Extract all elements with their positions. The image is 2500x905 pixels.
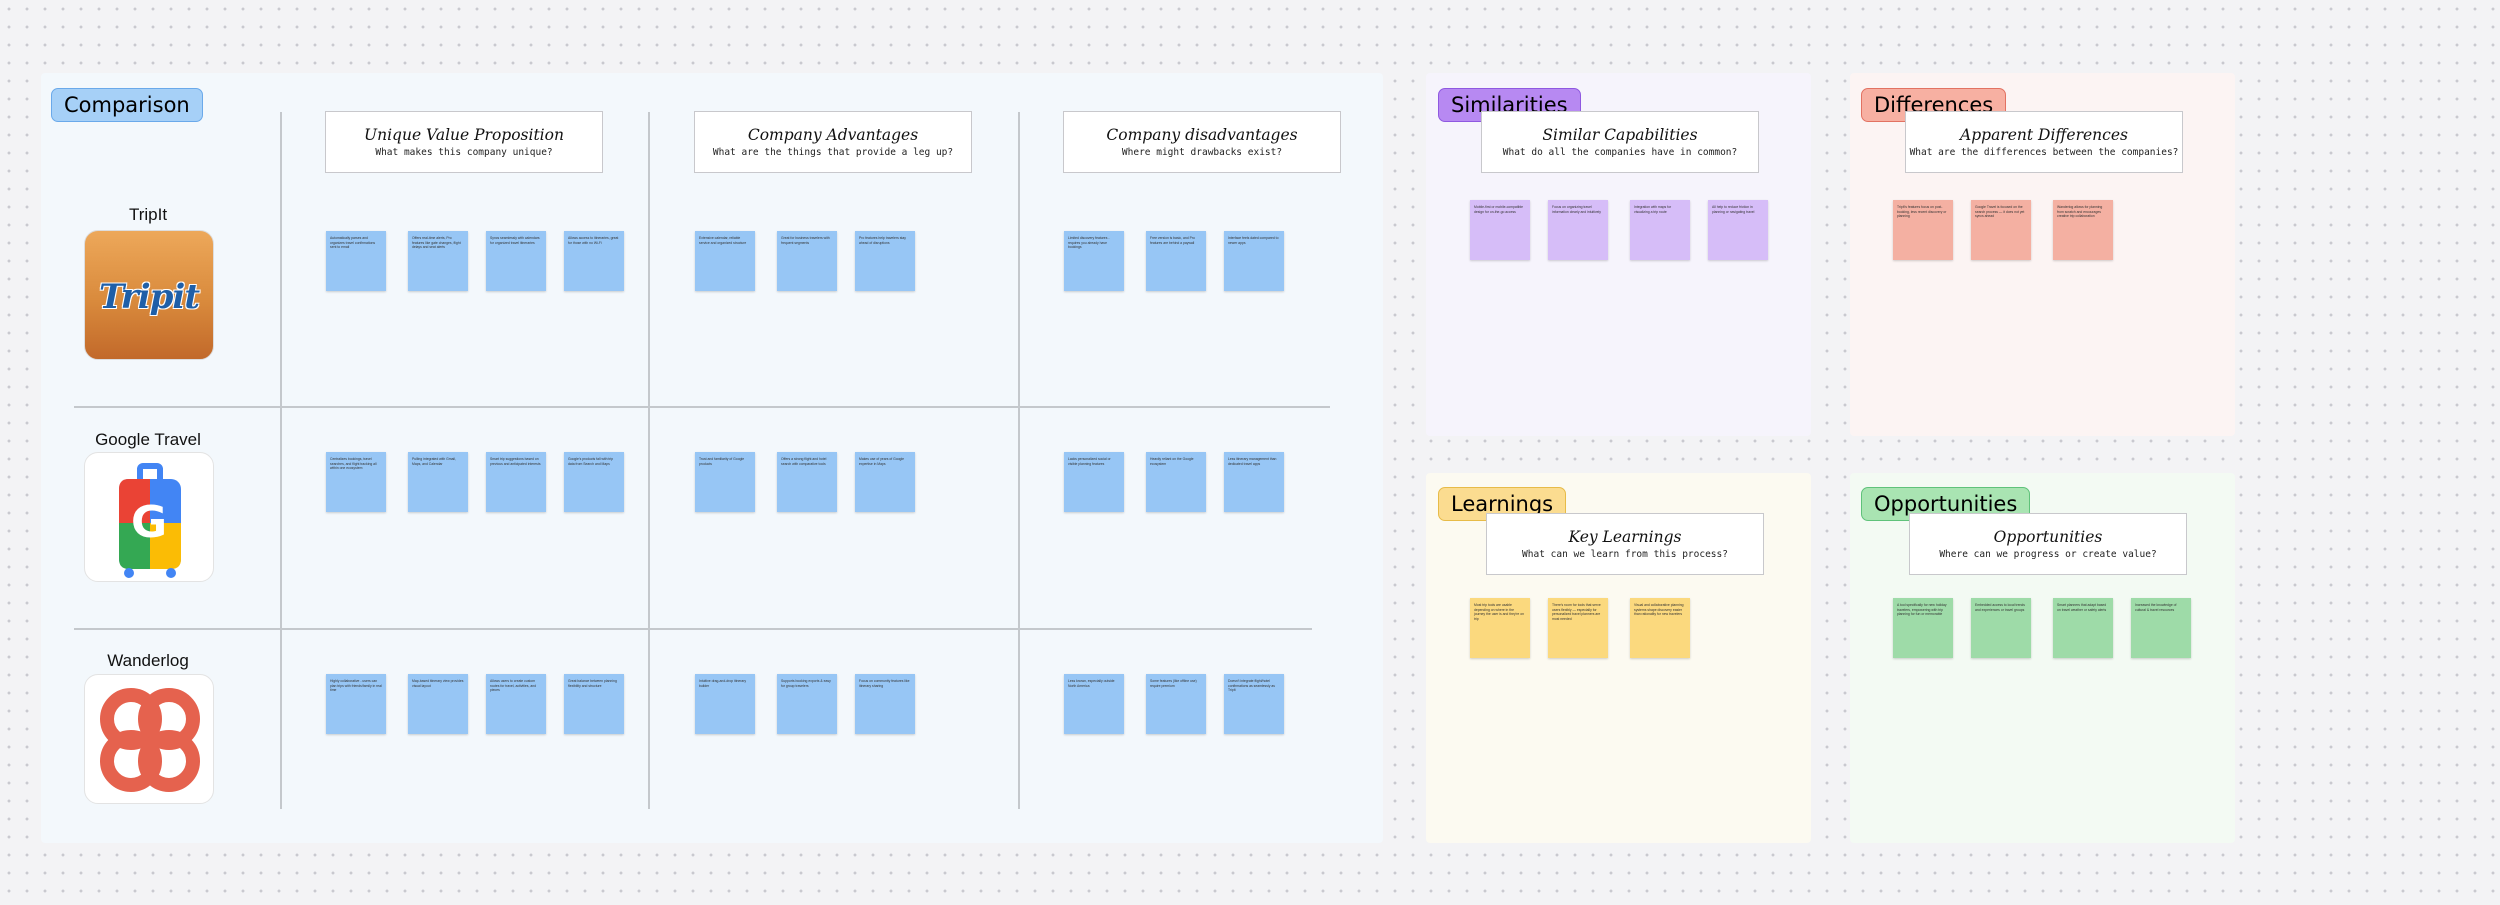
grid-line xyxy=(74,628,1312,630)
sticky-note[interactable]: Offers a strong flight and hotel search … xyxy=(777,452,837,512)
column-title: Unique Value Proposition xyxy=(364,126,564,144)
grid-line xyxy=(648,112,650,809)
sticky-note[interactable]: Mobile-first or mobile-compatible design… xyxy=(1470,200,1530,260)
section-title: Similar Capabilities xyxy=(1542,126,1698,144)
section-title: Opportunities xyxy=(1993,528,2103,546)
similarities-header[interactable]: Similar Capabilities What do all the com… xyxy=(1481,111,1759,173)
sticky-note[interactable]: Interface feels dated compared to newer … xyxy=(1224,231,1284,291)
sticky-note[interactable]: Heavily reliant on the Google ecosystem xyxy=(1146,452,1206,512)
opportunities-header[interactable]: Opportunities Where can we progress or c… xyxy=(1909,513,2187,575)
sticky-note[interactable]: Trust and familiarity of Google products xyxy=(695,452,755,512)
sticky-note[interactable]: Visual and collaborative planning system… xyxy=(1630,598,1690,658)
sticky-note[interactable]: Makes use of years of Google expertise i… xyxy=(855,452,915,512)
sticky-note[interactable]: Integration with maps for visualizing a … xyxy=(1630,200,1690,260)
section-subtitle: Where can we progress or create value? xyxy=(1939,549,2157,560)
sticky-note[interactable]: Increased the knowledge of cultural & tr… xyxy=(2131,598,2191,658)
section-subtitle: What can we learn from this process? xyxy=(1522,549,1728,560)
sticky-note[interactable]: Wanderlog allows for planning from scrat… xyxy=(2053,200,2113,260)
differences-header[interactable]: Apparent Differences What are the differ… xyxy=(1905,111,2183,173)
section-title: Key Learnings xyxy=(1568,528,1682,546)
column-subtitle: What makes this company unique? xyxy=(375,147,553,158)
sticky-note[interactable]: Some features (like offline use) require… xyxy=(1146,674,1206,734)
grid-line xyxy=(1018,112,1020,809)
sticky-note[interactable]: TripIt's features focus on post-booking,… xyxy=(1893,200,1953,260)
sticky-note[interactable]: All help to reduce friction in planning … xyxy=(1708,200,1768,260)
sticky-note[interactable]: Allows access to itineraries, great for … xyxy=(564,231,624,291)
sticky-note[interactable]: Intuitive drag-and-drop itinerary builde… xyxy=(695,674,755,734)
sticky-note[interactable]: Less known, especially outside North Ame… xyxy=(1064,674,1124,734)
sticky-note[interactable]: Smart planners that adapt based on trave… xyxy=(2053,598,2113,658)
sticky-note[interactable]: Centralizes bookings, travel searches, a… xyxy=(326,452,386,512)
section-subtitle: What are the differences between the com… xyxy=(1909,147,2179,158)
sticky-note[interactable]: Lacks personalized social or visible pla… xyxy=(1064,452,1124,512)
sticky-note[interactable]: Google's products fall with trip data fr… xyxy=(564,452,624,512)
sticky-note[interactable]: Allows users to create custom routes for… xyxy=(486,674,546,734)
column-title: Company Advantages xyxy=(747,126,919,144)
sticky-note[interactable]: Great for business travelers with freque… xyxy=(777,231,837,291)
company-label-google-travel: Google Travel xyxy=(95,430,201,449)
sticky-note[interactable]: Smart trip suggestions based on previous… xyxy=(486,452,546,512)
sticky-note[interactable]: Pro features help travelers stay ahead o… xyxy=(855,231,915,291)
learnings-header[interactable]: Key Learnings What can we learn from thi… xyxy=(1486,513,1764,575)
sticky-note[interactable]: Extensive calendar, reliable service and… xyxy=(695,231,755,291)
google-travel-suitcase-icon[interactable]: G xyxy=(84,452,214,582)
company-label-wanderlog: Wanderlog xyxy=(107,651,189,670)
sticky-note[interactable]: Offers real-time alerts, Pro features li… xyxy=(408,231,468,291)
column-subtitle: What are the things that provide a leg u… xyxy=(712,147,954,158)
tripit-logo-icon[interactable]: Tripit xyxy=(84,230,214,360)
sticky-note[interactable]: Limited discovery features - requires yo… xyxy=(1064,231,1124,291)
sticky-note[interactable]: Google Travel is focused on the search p… xyxy=(1971,200,2031,260)
sticky-note[interactable]: Great balance between planning flexibili… xyxy=(564,674,624,734)
column-title: Company disadvantages xyxy=(1106,126,1298,144)
sticky-note[interactable]: A tool specifically for new holiday trav… xyxy=(1893,598,1953,658)
google-g-letter: G xyxy=(130,497,168,548)
sticky-note[interactable]: Syncs seamlessly with calendars for orga… xyxy=(486,231,546,291)
sticky-note[interactable]: Embedded access to local trends and expe… xyxy=(1971,598,2031,658)
tripit-logo-wordmark: Tripit xyxy=(98,277,200,317)
grid-line xyxy=(74,406,1330,408)
grid-line xyxy=(280,112,282,809)
sticky-note[interactable]: Most trip tools are usable depending on … xyxy=(1470,598,1530,658)
section-subtitle: What do all the companies have in common… xyxy=(1502,147,1738,158)
sticky-note[interactable]: Doesn't integrate flight/hotel confirmat… xyxy=(1224,674,1284,734)
column-subtitle: Where might drawbacks exist? xyxy=(1121,147,1283,158)
sticky-note[interactable]: Focus on community features like itinera… xyxy=(855,674,915,734)
sticky-note[interactable]: Supports booking exports & easy for grou… xyxy=(777,674,837,734)
sticky-note[interactable]: Automatically parses and organizes trave… xyxy=(326,231,386,291)
sticky-note[interactable]: Focus on organizing travel information c… xyxy=(1548,200,1608,260)
column-header-advantages[interactable]: Company Advantages What are the things t… xyxy=(694,111,972,173)
comparison-tag[interactable]: Comparison xyxy=(51,88,203,122)
sticky-note[interactable]: Map-based itinerary view provides visual… xyxy=(408,674,468,734)
sticky-note[interactable]: There's room for tools that serve users … xyxy=(1548,598,1608,658)
sticky-note[interactable]: Less itinerary management than dedicated… xyxy=(1224,452,1284,512)
column-header-unique-value[interactable]: Unique Value Proposition What makes this… xyxy=(325,111,603,173)
section-title: Apparent Differences xyxy=(1960,126,2128,144)
sticky-note[interactable]: Free version is basic, and Pro features … xyxy=(1146,231,1206,291)
sticky-note[interactable]: Highly collaborative - users can plan tr… xyxy=(326,674,386,734)
wanderlog-logo-icon[interactable] xyxy=(84,674,214,804)
column-header-disadvantages[interactable]: Company disadvantages Where might drawba… xyxy=(1063,111,1341,173)
company-label-tripit: TripIt xyxy=(128,205,168,224)
sticky-note[interactable]: Pulling integrated with Gmail, Maps, and… xyxy=(408,452,468,512)
